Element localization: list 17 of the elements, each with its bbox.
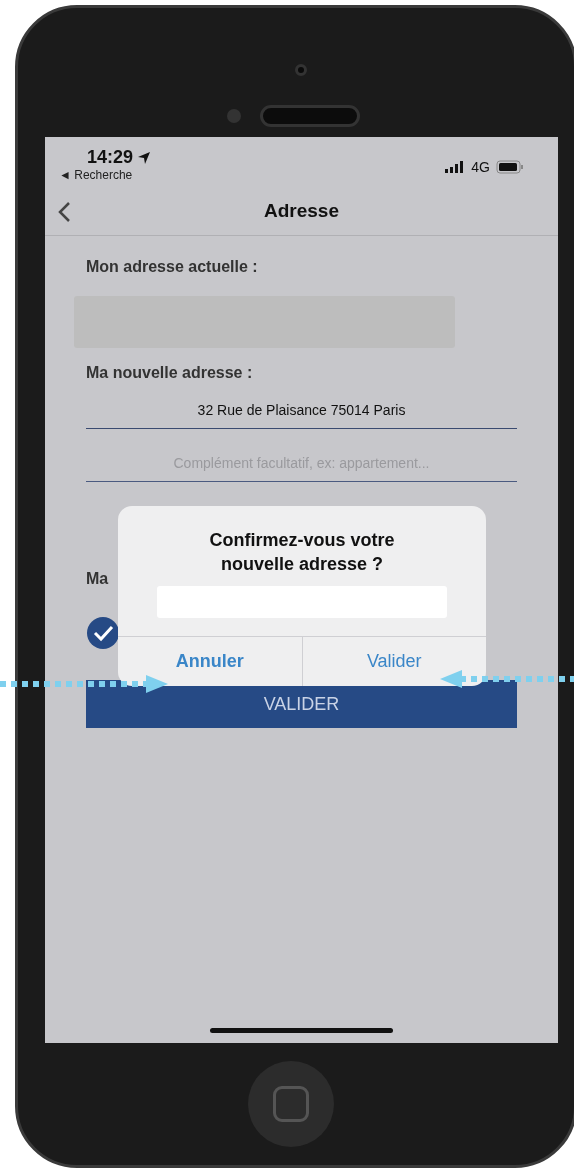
dialog-title: Confirmez-vous votre nouvelle adresse ? — [208, 529, 396, 576]
sensor-icon — [227, 109, 241, 123]
field-label: Ma nouvelle adresse : — [86, 364, 254, 382]
address-field[interactable]: 32 Rue de Plaisance 75014 Paris — [86, 402, 517, 429]
signal-icon — [445, 161, 466, 173]
field-label: Mon adresse actuelle : — [86, 258, 259, 276]
battery-icon — [496, 160, 524, 174]
checkbox[interactable] — [86, 616, 120, 650]
location-icon — [137, 150, 152, 165]
status-time: 14:29 — [87, 147, 134, 168]
screen-title: Adresse — [264, 200, 339, 222]
back-to-app-link[interactable]: ◄ Recherche — [59, 168, 152, 182]
camera-icon — [295, 64, 307, 76]
network-label: 4G — [471, 159, 490, 175]
option-label: Ma — [86, 570, 110, 588]
speaker-icon — [260, 105, 360, 127]
back-icon[interactable] — [57, 201, 71, 223]
